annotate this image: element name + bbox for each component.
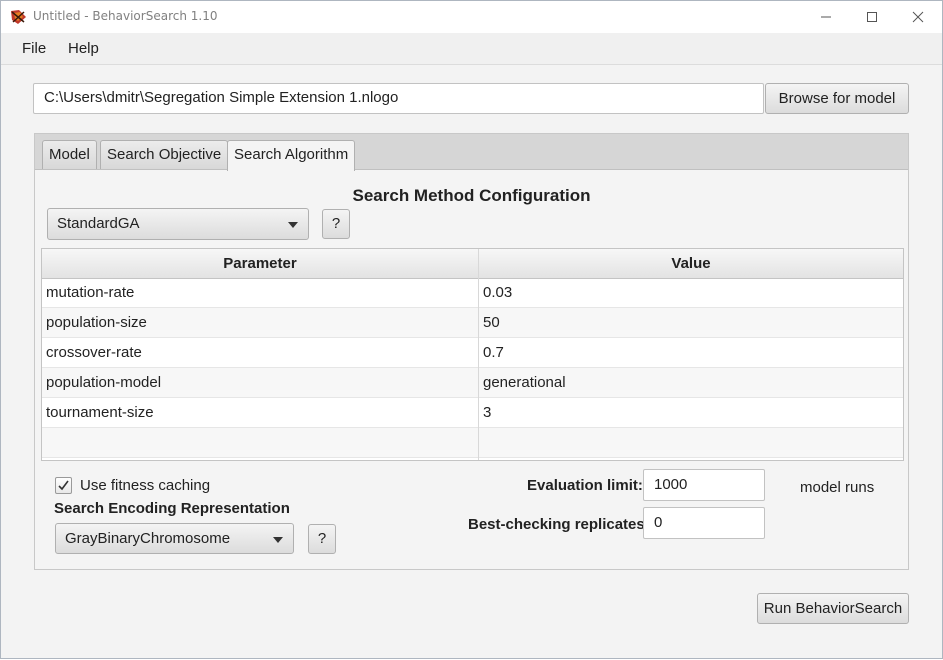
window-title: Untitled - BehaviorSearch 1.10 xyxy=(33,9,218,23)
title-bar: Untitled - BehaviorSearch 1.10 xyxy=(1,1,942,33)
parameter-table: Parameter Value mutation-rate 0.03 popul… xyxy=(41,248,904,461)
encoding-dropdown[interactable]: GrayBinaryChromosome xyxy=(55,523,294,554)
param-name: crossover-rate xyxy=(46,344,142,361)
app-window: Untitled - BehaviorSearch 1.10 File Help… xyxy=(0,0,943,659)
chevron-down-icon xyxy=(288,222,298,228)
param-name: population-size xyxy=(46,314,147,331)
table-row[interactable]: tournament-size 3 xyxy=(42,398,903,428)
encoding-label: Search Encoding Representation xyxy=(54,500,290,517)
minimize-button[interactable] xyxy=(803,1,849,33)
minimize-icon xyxy=(821,16,831,18)
tab-search-objective[interactable]: Search Objective xyxy=(100,140,229,169)
param-value[interactable]: 0.03 xyxy=(483,278,512,307)
fitness-caching-label: Use fitness caching xyxy=(80,477,211,494)
column-divider[interactable] xyxy=(478,249,479,460)
param-name: population-model xyxy=(46,374,162,391)
browse-model-button[interactable]: Browse for model xyxy=(765,83,909,114)
param-name: mutation-rate xyxy=(46,284,135,301)
param-name: tournament-size xyxy=(46,404,154,421)
table-row[interactable]: mutation-rate 0.03 xyxy=(42,278,903,308)
table-header: Parameter Value xyxy=(42,249,903,279)
param-value[interactable]: 50 xyxy=(483,308,500,337)
search-method-value: StandardGA xyxy=(57,215,140,232)
table-row-empty xyxy=(42,428,903,458)
menu-help[interactable]: Help xyxy=(68,40,99,57)
tab-search-algorithm[interactable]: Search Algorithm xyxy=(227,140,356,171)
param-value[interactable]: generational xyxy=(483,368,566,397)
evaluation-limit-input[interactable]: 1000 xyxy=(643,469,765,501)
encoding-help-button[interactable]: ? xyxy=(308,524,336,554)
close-icon xyxy=(912,11,924,23)
evaluation-unit-label: model runs xyxy=(800,479,875,496)
search-method-title: Search Method Configuration xyxy=(352,186,591,205)
evaluation-limit-label: Evaluation limit: xyxy=(527,477,643,494)
close-button[interactable] xyxy=(895,1,941,33)
column-header-parameter[interactable]: Parameter xyxy=(42,249,478,278)
search-method-help-button[interactable]: ? xyxy=(322,209,350,239)
tab-header: Model Search Objective Search Algorithm xyxy=(35,134,908,171)
model-path-field[interactable]: C:\Users\dmitr\Segregation Simple Extens… xyxy=(33,83,764,114)
encoding-value: GrayBinaryChromosome xyxy=(65,530,231,547)
checkmark-icon xyxy=(58,480,69,491)
menu-bar: File Help xyxy=(1,33,942,65)
param-value[interactable]: 0.7 xyxy=(483,338,504,367)
chevron-down-icon xyxy=(273,537,283,543)
run-behaviorsearch-button[interactable]: Run BehaviorSearch xyxy=(757,593,909,624)
menu-file[interactable]: File xyxy=(22,40,46,57)
tab-model[interactable]: Model xyxy=(42,140,97,169)
maximize-button[interactable] xyxy=(849,1,895,33)
replicates-label: Best-checking replicates: xyxy=(468,516,650,533)
table-row[interactable]: crossover-rate 0.7 xyxy=(42,338,903,368)
table-row[interactable]: population-model generational xyxy=(42,368,903,398)
fitness-caching-checkbox[interactable] xyxy=(55,477,72,494)
column-header-value[interactable]: Value xyxy=(479,249,903,278)
search-method-dropdown[interactable]: StandardGA xyxy=(47,208,309,240)
param-value[interactable]: 3 xyxy=(483,398,491,427)
tab-pane: Model Search Objective Search Algorithm … xyxy=(34,133,909,570)
maximize-icon xyxy=(867,12,877,22)
replicates-input[interactable]: 0 xyxy=(643,507,765,539)
app-icon xyxy=(10,9,27,25)
table-row[interactable]: population-size 50 xyxy=(42,308,903,338)
